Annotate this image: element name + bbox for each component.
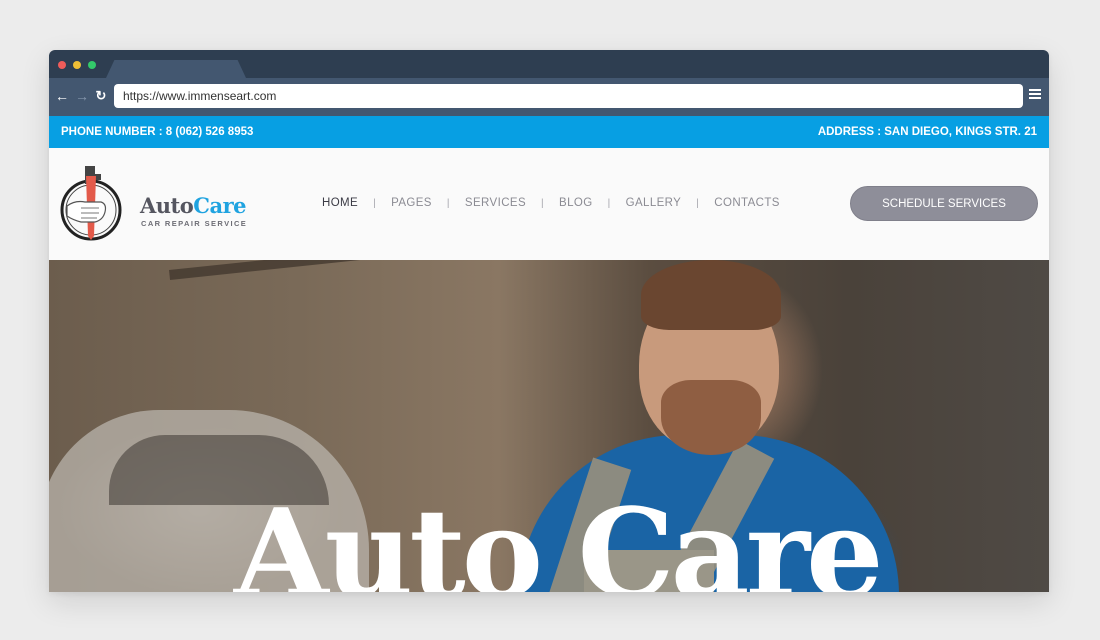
logo-wordmark: AutoCare xyxy=(140,193,247,218)
browser-toolbar: ← → ↻ https://www.immenseart.com xyxy=(49,78,1049,116)
nav-home[interactable]: HOME xyxy=(322,197,358,209)
reload-icon[interactable]: ↻ xyxy=(93,87,109,105)
nav-services[interactable]: SERVICES xyxy=(465,197,526,209)
main-navigation: HOME | PAGES | SERVICES | BLOG | GALLERY… xyxy=(322,195,780,211)
nav-separator: | xyxy=(373,197,377,209)
browser-tab[interactable] xyxy=(106,60,246,78)
hero-mechanic-beard xyxy=(661,380,761,455)
address-bar[interactable]: https://www.immenseart.com xyxy=(114,84,1023,108)
nav-separator: | xyxy=(696,197,700,209)
logo-tagline: CAR REPAIR SERVICE xyxy=(141,219,248,228)
contact-info-bar: PHONE NUMBER : 8 (062) 526 8953 ADDRESS … xyxy=(49,116,1049,148)
site-logo[interactable]: AutoCare CAR REPAIR SERVICE xyxy=(59,162,259,246)
nav-pages[interactable]: PAGES xyxy=(391,197,432,209)
nav-blog[interactable]: BLOG xyxy=(559,197,593,209)
hero-mechanic-hair xyxy=(641,260,781,330)
hero-background-beam xyxy=(169,260,1049,280)
nav-separator: | xyxy=(541,197,545,209)
forward-arrow-icon[interactable]: → xyxy=(74,87,90,105)
address: ADDRESS : SAN DIEGO, KINGS STR. 21 xyxy=(817,126,1037,138)
browser-titlebar xyxy=(49,50,1049,78)
phone-number: PHONE NUMBER : 8 (062) 526 8953 xyxy=(61,126,254,138)
minimize-window-icon[interactable] xyxy=(73,61,81,69)
schedule-services-button[interactable]: SCHEDULE SERVICES xyxy=(850,186,1038,221)
hero-title: Auto Care xyxy=(234,481,884,592)
hamburger-menu-icon[interactable] xyxy=(1029,89,1041,101)
nav-separator: | xyxy=(446,197,450,209)
hero-banner: Auto Care xyxy=(49,260,1049,592)
nav-separator: | xyxy=(607,197,611,209)
maximize-window-icon[interactable] xyxy=(88,61,96,69)
back-arrow-icon[interactable]: ← xyxy=(54,87,70,105)
site-header: AutoCare CAR REPAIR SERVICE HOME | PAGES… xyxy=(49,148,1049,260)
wrench-hand-logo-icon xyxy=(60,166,122,241)
close-window-icon[interactable] xyxy=(58,61,66,69)
nav-contacts[interactable]: CONTACTS xyxy=(714,197,780,209)
browser-window: ← → ↻ https://www.immenseart.com PHONE N… xyxy=(49,50,1049,592)
nav-gallery[interactable]: GALLERY xyxy=(626,197,682,209)
